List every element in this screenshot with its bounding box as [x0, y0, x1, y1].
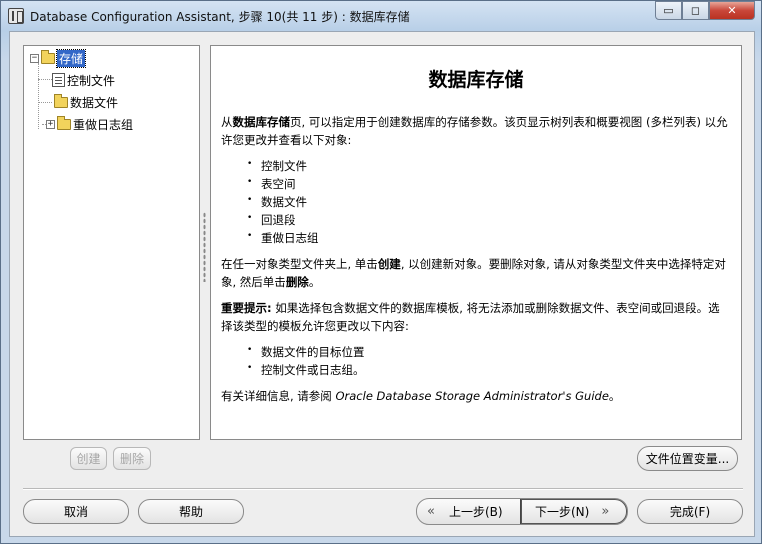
- list-item: 控制文件或日志组。: [247, 359, 731, 379]
- title-bar[interactable]: Database Configuration Assistant, 步骤 10(…: [1, 1, 761, 31]
- window-title: Database Configuration Assistant, 步骤 10(…: [30, 10, 410, 24]
- tree-label-redo-log-groups: 重做日志组: [73, 117, 134, 132]
- para-text: 。: [608, 389, 621, 403]
- list-item: 重做日志组: [247, 227, 731, 247]
- more-info-paragraph: 有关详细信息, 请参阅 Oracle Database Storage Admi…: [221, 387, 731, 405]
- object-list: 控制文件 表空间 数据文件 回退段 重做日志组: [221, 155, 731, 247]
- window-controls: ▭ ◻ ✕: [655, 1, 755, 20]
- description-panel: 数据库存储 从数据库存储页, 可以指定用于创建数据库的存储参数。该页显示树列表和…: [210, 45, 742, 440]
- intro-text: 从: [221, 115, 233, 129]
- para-text: 如果选择包含数据文件的数据库模板, 将无法添加或删除数据文件、表空间或回退段。选…: [221, 301, 720, 333]
- para-bold: 创建: [377, 257, 401, 271]
- expand-icon[interactable]: +: [46, 119, 55, 129]
- delete-button[interactable]: 删除: [113, 447, 151, 470]
- tree-line: [38, 79, 52, 80]
- tree-node-control-files[interactable]: 控制文件: [52, 71, 115, 89]
- minimize-icon: ▭: [663, 4, 674, 17]
- para-text: 在任一对象类型文件夹上, 单击: [221, 257, 378, 271]
- intro-text: 页, 可以指定用于创建数据库的存储参数。该页显示树列表和概要视图 (多栏列表) …: [221, 115, 728, 147]
- para-text: 。: [308, 275, 321, 289]
- list-item: 表空间: [247, 173, 731, 193]
- close-button[interactable]: ✕: [709, 1, 755, 20]
- help-button[interactable]: 帮助: [138, 499, 244, 524]
- list-item: 数据文件的目标位置: [247, 341, 731, 361]
- create-button[interactable]: 创建: [70, 447, 107, 470]
- tree-node-redo-log-groups[interactable]: + 重做日志组: [46, 115, 133, 133]
- next-chevron-icon: »: [601, 504, 610, 519]
- wizard-nav: « 上一步(B) 下一步(N) »: [416, 498, 628, 525]
- client-area: − 存储 控制文件 数据文件 + 重做日志组 数据库存储 从数据库存储页, 可以…: [9, 31, 755, 537]
- next-label: 下一步(N): [535, 505, 590, 519]
- important-paragraph: 重要提示: 如果选择包含数据文件的数据库模板, 将无法添加或删除数据文件、表空间…: [221, 299, 731, 335]
- important-label: 重要提示:: [221, 301, 272, 315]
- cancel-button[interactable]: 取消: [23, 499, 129, 524]
- app-icon: [8, 8, 24, 24]
- tree-node-storage[interactable]: − 存储: [30, 48, 87, 68]
- intro-paragraph: 从数据库存储页, 可以指定用于创建数据库的存储参数。该页显示树列表和概要视图 (…: [221, 113, 731, 149]
- tree-label-storage: 存储: [55, 48, 87, 68]
- dbca-window: Database Configuration Assistant, 步骤 10(…: [0, 0, 762, 544]
- create-delete-paragraph: 在任一对象类型文件夹上, 单击创建, 以创建新对象。要删除对象, 请从对象类型文…: [221, 255, 731, 291]
- back-chevron-icon: «: [427, 504, 435, 519]
- tree-label-control-files: 控制文件: [67, 73, 116, 88]
- divider: [23, 488, 743, 490]
- maximize-icon: ◻: [690, 4, 701, 17]
- storage-tree[interactable]: − 存储 控制文件 数据文件 + 重做日志组: [23, 45, 200, 440]
- next-button[interactable]: 下一步(N) »: [535, 499, 627, 524]
- control-file-icon: [52, 73, 65, 87]
- folder-open-icon: [41, 49, 55, 64]
- finish-button[interactable]: 完成(F): [637, 499, 743, 524]
- intro-bold: 数据库存储: [232, 115, 291, 129]
- para-text: 有关详细信息, 请参阅: [221, 389, 336, 403]
- tree-line: [38, 102, 52, 103]
- para-bold: 删除: [285, 275, 309, 289]
- close-icon: ✕: [727, 4, 737, 17]
- list-item: 回退段: [247, 209, 731, 229]
- list-item: 控制文件: [247, 155, 731, 175]
- folder-icon: [57, 115, 71, 130]
- file-location-variables-button[interactable]: 文件位置变量...: [637, 446, 738, 471]
- minimize-button[interactable]: ▭: [655, 1, 682, 20]
- guide-title: Oracle Database Storage Administrator's …: [335, 389, 609, 403]
- maximize-button[interactable]: ◻: [682, 1, 709, 20]
- list-item: 数据文件: [247, 191, 731, 211]
- back-button[interactable]: « 上一步(B): [427, 499, 519, 524]
- panel-splitter[interactable]: [203, 212, 206, 282]
- folder-icon: [54, 93, 68, 108]
- collapse-icon[interactable]: −: [30, 53, 39, 63]
- tree-node-data-files[interactable]: 数据文件: [52, 93, 118, 111]
- tree-label-data-files: 数据文件: [70, 95, 119, 110]
- back-label: 上一步(B): [448, 505, 503, 519]
- template-list: 数据文件的目标位置 控制文件或日志组。: [221, 341, 731, 379]
- tree-line: [38, 63, 39, 129]
- page-title: 数据库存储: [428, 69, 524, 91]
